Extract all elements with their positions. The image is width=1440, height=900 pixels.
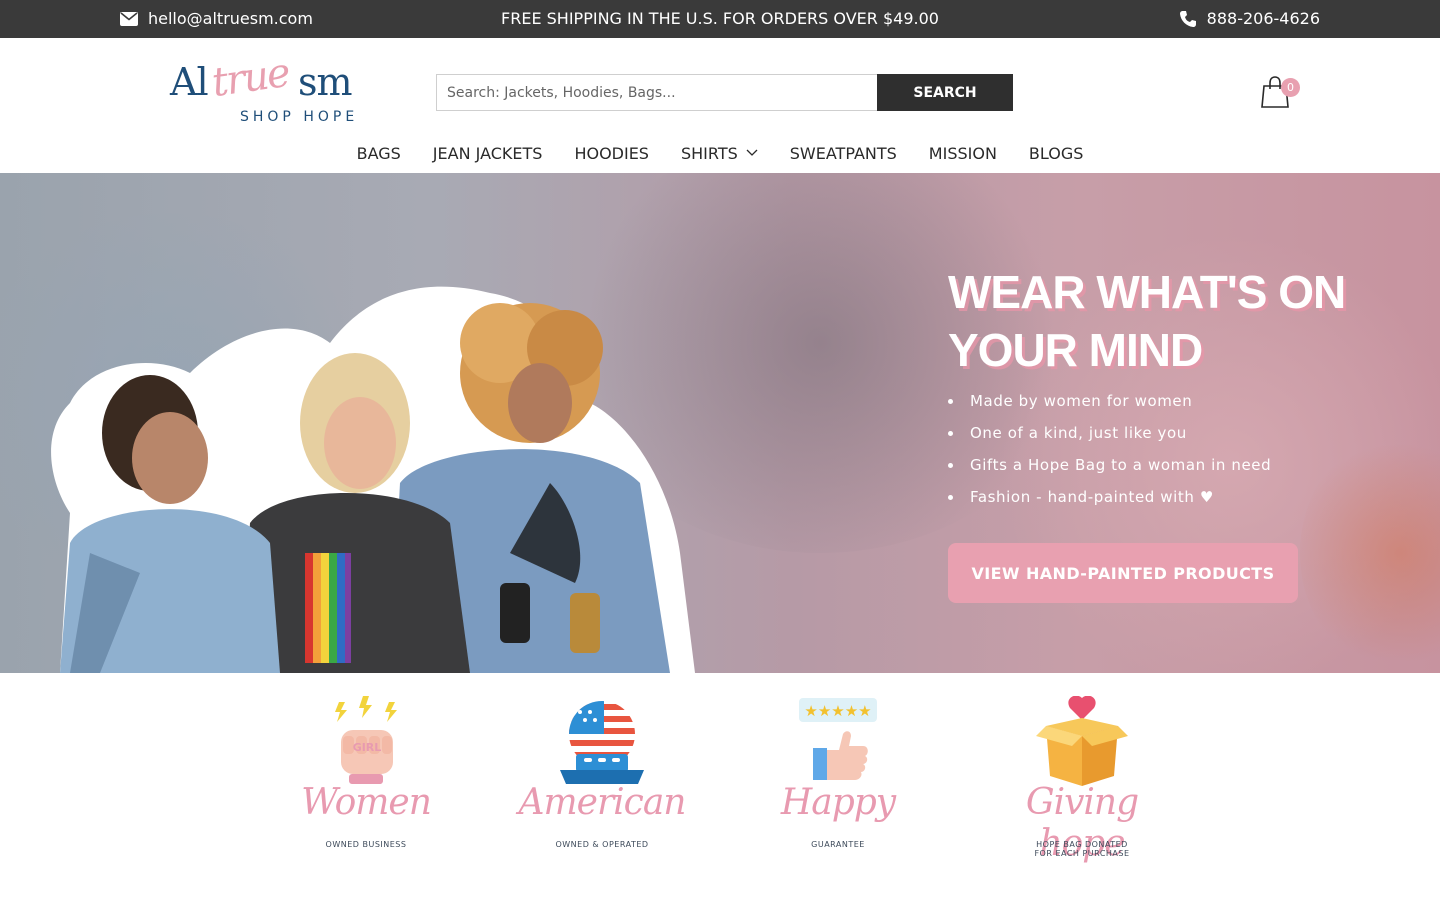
nav-item-shirts[interactable]: SHIRTS xyxy=(681,140,758,166)
girl-power-fist-icon: GIRL xyxy=(335,696,397,784)
hero-bullet: One of a kind, just like you xyxy=(948,417,1368,449)
cart-count-badge: 0 xyxy=(1281,78,1300,97)
gift-box-heart-icon xyxy=(1036,696,1128,786)
badge-title: Women xyxy=(301,782,432,823)
chevron-down-icon xyxy=(746,149,758,156)
nav-label: BLOGS xyxy=(1028,143,1084,163)
value-badges: GIRL Women OWNED BUSINESS American OWNED… xyxy=(0,690,1440,870)
badge-subtitle: OWNED & OPERATED xyxy=(555,840,649,849)
hero-copy: WEAR WHAT'S ON YOUR MIND Made by women f… xyxy=(948,263,1368,513)
nav-item-sweatpants[interactable]: SWEATPANTS xyxy=(790,140,897,166)
badge-american-owned: American OWNED & OPERATED xyxy=(502,690,702,860)
badge-happy-guarantee: ★★★★★ Happy GUARANTEE xyxy=(738,690,938,860)
nav-label: HOODIES xyxy=(574,143,649,163)
hero-bullet-list: Made by women for women One of a kind, j… xyxy=(948,385,1368,513)
badge-women-owned: GIRL Women OWNED BUSINESS xyxy=(266,690,466,860)
badge-giving-hope: Giving hope HOPE BAG DONATED FOR EACH PU… xyxy=(982,690,1182,864)
logo-word-right: sm xyxy=(298,60,353,104)
hero-headline: WEAR WHAT'S ON YOUR MIND xyxy=(948,266,1346,376)
nav-item-bags[interactable]: BAGS xyxy=(357,140,401,166)
badge-title: American xyxy=(518,782,687,823)
nav-item-mission[interactable]: MISSION xyxy=(929,140,997,166)
site-logo[interactable]: Al sm true SHOP HOPE xyxy=(170,50,370,128)
hero-bullet: Made by women for women xyxy=(948,385,1368,417)
svg-text:GIRL: GIRL xyxy=(353,741,382,754)
view-hand-painted-products-button[interactable]: VIEW HAND-PAINTED PRODUCTS xyxy=(948,543,1298,603)
contact-phone-text[interactable]: 888-206-4626 xyxy=(1207,9,1320,28)
svg-text:★★★★★: ★★★★★ xyxy=(804,702,871,720)
search-form: SEARCH xyxy=(436,74,1013,111)
main-navigation: BAGS JEAN JACKETS HOODIES SHIRTS SWEATPA… xyxy=(0,140,1440,166)
badge-title: Happy xyxy=(780,782,896,823)
logo-tagline: SHOP HOPE xyxy=(240,109,359,125)
badge-subtitle: HOPE BAG DONATED FOR EACH PURCHASE xyxy=(1034,840,1130,858)
search-input[interactable] xyxy=(436,74,877,111)
phone-icon xyxy=(1179,10,1196,27)
nav-label: JEAN JACKETS xyxy=(432,143,543,163)
hero-photo-three-women-in-painted-jackets xyxy=(51,286,695,673)
top-announcement-bar: hello@altruesm.com FREE SHIPPING IN THE … xyxy=(0,0,1440,38)
nav-item-hoodies[interactable]: HOODIES xyxy=(574,140,649,166)
hero-bullet: Fashion - hand-painted with ♥ xyxy=(948,481,1368,513)
badge-subtitle: OWNED BUSINESS xyxy=(325,840,407,849)
badge-subtitle: GUARANTEE xyxy=(811,840,865,849)
nav-item-jean-jackets[interactable]: JEAN JACKETS xyxy=(433,140,543,166)
american-flag-globe-icon xyxy=(560,700,644,784)
nav-label: SHIRTS xyxy=(680,143,738,163)
search-button[interactable]: SEARCH xyxy=(877,74,1013,111)
nav-label: SWEATPANTS xyxy=(789,143,897,163)
nav-item-blogs[interactable]: BLOGS xyxy=(1029,140,1083,166)
hero-banner: WEAR WHAT'S ON YOUR MIND Made by women f… xyxy=(0,173,1440,673)
thumbs-up-five-stars-icon: ★★★★★ xyxy=(799,698,877,780)
hero-bullet: Gifts a Hope Bag to a woman in need xyxy=(948,449,1368,481)
nav-label: MISSION xyxy=(928,143,997,163)
contact-phone[interactable]: 888-206-4626 xyxy=(1179,9,1320,28)
cart-button[interactable]: 0 xyxy=(1261,76,1301,110)
nav-label: BAGS xyxy=(356,143,401,163)
